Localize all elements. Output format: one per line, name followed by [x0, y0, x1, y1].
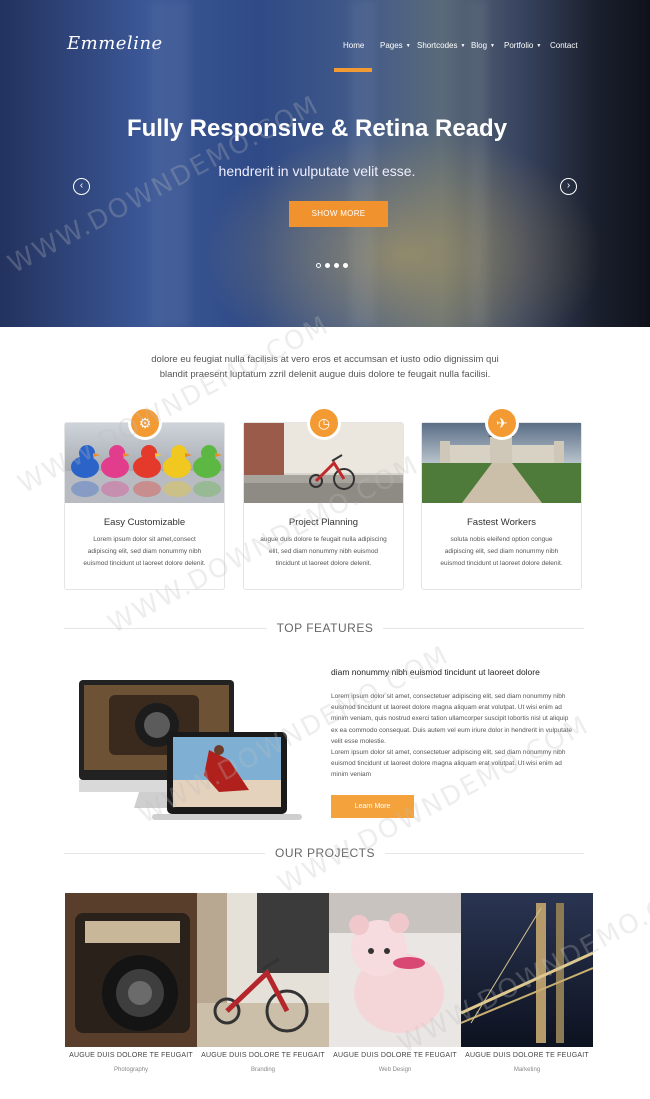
- nav-item-pages[interactable]: Pages ▼: [380, 41, 411, 50]
- project-category: Marketing: [513, 1067, 541, 1073]
- service-description: Lorem ipsum dolor sit amet,consect adipi…: [83, 536, 206, 567]
- project-title[interactable]: AUGUE DUIS DOLORE TE FEUGAIT: [461, 1052, 593, 1059]
- our-projects-heading: OUR PROJECTS: [0, 846, 650, 860]
- slider-dot[interactable]: [343, 263, 348, 268]
- slider-dot[interactable]: [316, 263, 321, 268]
- service-description: soluta nobis eleifend option congue adip…: [440, 536, 563, 567]
- hero-title: Fully Responsive & Retina Ready: [126, 115, 508, 142]
- nav-item-blog[interactable]: Blog ▼: [471, 41, 495, 50]
- nav-item-home[interactable]: Home: [343, 41, 364, 50]
- project-thumbnail[interactable]: [65, 893, 197, 1047]
- feature-text-block: Lorem ipsum dolor sit amet, consectetuer…: [331, 749, 566, 779]
- project-title[interactable]: AUGUE DUIS DOLORE TE FEUGAIT: [65, 1052, 197, 1059]
- project-category: Web Design: [378, 1067, 412, 1073]
- chevron-right-icon[interactable]: ›: [560, 178, 577, 195]
- project-category: Photography: [113, 1067, 149, 1073]
- gears-icon: ⚙: [128, 406, 162, 440]
- main-nav: Home Pages ▼ Shortcodes ▼ Blog ▼ Portfolio ▼…: [0, 41, 650, 55]
- nav-item-portfolio[interactable]: Portfolio ▼: [504, 41, 541, 50]
- service-title: Easy Customizable: [103, 517, 186, 528]
- service-title: Fastest Workers: [467, 517, 536, 528]
- airplane-icon: ✈: [485, 406, 519, 440]
- learn-more-button[interactable]: Learn More: [331, 795, 414, 818]
- slider-dot[interactable]: [325, 263, 330, 268]
- show-more-button[interactable]: SHOW MORE: [289, 201, 388, 227]
- project-title[interactable]: AUGUE DUIS DOLORE TE FEUGAIT: [197, 1052, 329, 1059]
- clock-icon: ◷: [307, 406, 341, 440]
- project-thumbnail[interactable]: [329, 893, 461, 1047]
- intro-line: blandit praesent luptatum zzril delenit …: [159, 369, 491, 380]
- caret-down-icon: ▼: [490, 43, 495, 49]
- nav-active-indicator: [334, 68, 372, 72]
- service-card: ⚙ Easy Customizable Lorem ipsum dolor si…: [64, 406, 225, 590]
- feature-text-block: Lorem ipsum dolor sit amet, consectetuer…: [331, 693, 572, 745]
- devices-image: [79, 680, 304, 830]
- project-title[interactable]: AUGUE DUIS DOLORE TE FEUGAIT: [329, 1052, 461, 1059]
- chevron-left-icon[interactable]: ‹: [73, 178, 90, 195]
- caret-down-icon: ▼: [405, 43, 411, 49]
- project-thumbnail[interactable]: [197, 893, 329, 1047]
- project-thumbnail[interactable]: [461, 893, 593, 1047]
- project-category: Branding: [250, 1067, 276, 1073]
- service-card: ◷ Project Planning augue duis dolore te …: [243, 406, 404, 590]
- intro-text: dolore eu feugiat nulla facilisis at ver…: [100, 352, 550, 382]
- slider-pagination: [316, 263, 348, 268]
- caret-down-icon: ▼: [536, 43, 542, 49]
- service-card: ✈ Fastest Workers soluta nobis eleifend …: [421, 406, 582, 590]
- caret-down-icon: ▼: [460, 43, 466, 49]
- nav-item-shortcodes[interactable]: Shortcodes ▼: [417, 41, 465, 50]
- feature-heading: diam nonummy nibh euismod tincidunt ut l…: [331, 667, 540, 677]
- service-description: augue duis dolore te feugait nulla adipi…: [260, 536, 387, 567]
- feature-paragraph: Lorem ipsum dolor sit amet, consectetuer…: [331, 691, 576, 781]
- top-features-heading: TOP FEATURES: [0, 621, 650, 635]
- hero-slider: Emmeline Home Pages ▼ Shortcodes ▼ Blog ▼ P…: [0, 0, 650, 327]
- slider-dot[interactable]: [334, 263, 339, 268]
- intro-line: dolore eu feugiat nulla facilisis at ver…: [151, 354, 499, 365]
- nav-item-contact[interactable]: Contact: [550, 41, 578, 50]
- hero-subtitle: hendrerit in vulputate velit esse.: [218, 163, 416, 179]
- service-title: Project Planning: [288, 517, 359, 528]
